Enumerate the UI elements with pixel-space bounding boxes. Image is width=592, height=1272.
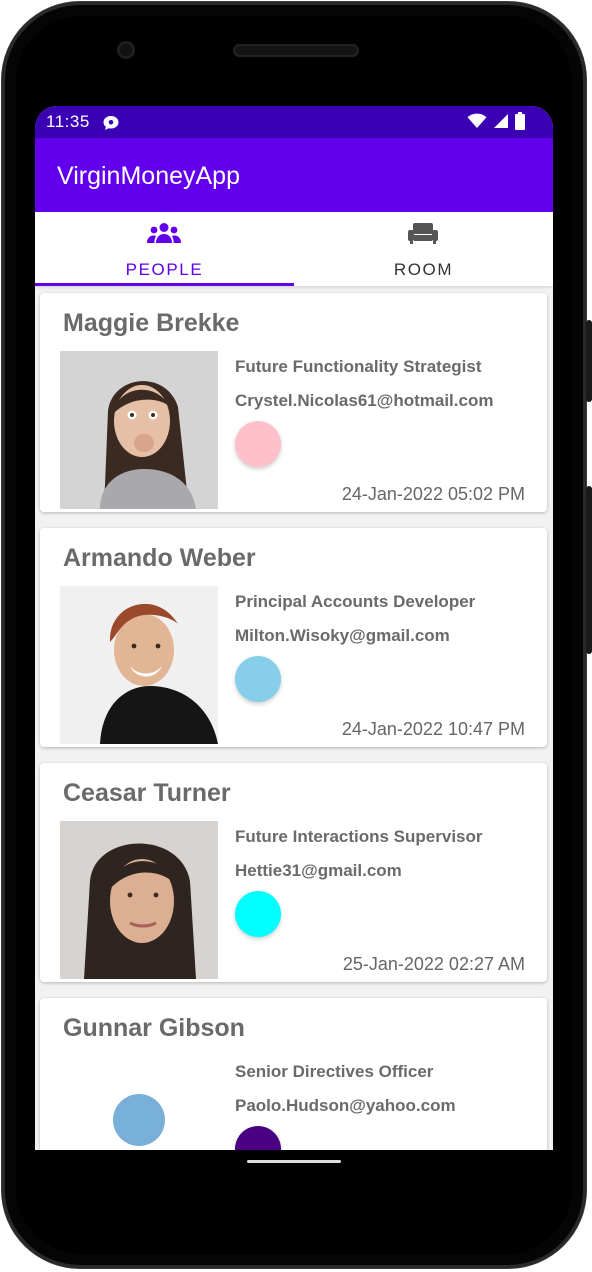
volume-button <box>586 486 592 654</box>
wifi-icon <box>467 113 487 134</box>
person-name: Ceasar Turner <box>63 779 231 807</box>
list-item[interactable]: Ceasar Turner Future Interactions Superv… <box>40 763 547 982</box>
favorite-color-dot <box>235 891 281 937</box>
app-bar: VirginMoneyApp <box>35 138 553 212</box>
tab-indicator <box>35 283 294 286</box>
person-name: Maggie Brekke <box>63 309 240 337</box>
notification-icon <box>102 115 120 136</box>
favorite-color-dot <box>235 656 281 702</box>
person-name: Armando Weber <box>63 544 256 572</box>
device-screen: 11:35 VirginMoneyApp PEOPLE ROOM Maggie … <box>35 106 553 1150</box>
list-item[interactable]: Gunnar Gibson Senior Directives Officer … <box>40 998 547 1150</box>
app-title: VirginMoneyApp <box>57 162 240 190</box>
person-job-title: Future Functionality Strategist <box>235 357 482 376</box>
person-created-date: 24-Jan-2022 10:47 PM <box>341 719 525 739</box>
tab-room[interactable]: ROOM <box>294 212 553 286</box>
person-email: Hettie31@gmail.com <box>235 861 402 880</box>
home-gesture-bar[interactable] <box>247 1160 341 1163</box>
tab-room-label: ROOM <box>393 260 454 279</box>
tab-people-label: PEOPLE <box>125 260 204 279</box>
person-created-date: 24-Jan-2022 05:02 PM <box>341 484 525 504</box>
person-job-title: Principal Accounts Developer <box>235 592 476 611</box>
tab-people[interactable]: PEOPLE <box>35 212 294 286</box>
person-avatar-placeholder <box>60 1056 218 1150</box>
front-camera <box>117 41 135 59</box>
favorite-color-dot <box>235 1126 281 1150</box>
person-job-title: Senior Directives Officer <box>235 1062 434 1081</box>
list-item[interactable]: Maggie Brekke Future Functionality Strat… <box>40 293 547 512</box>
people-icon <box>147 222 181 244</box>
person-email: Crystel.Nicolas61@hotmail.com <box>235 391 494 410</box>
person-photo <box>60 586 218 744</box>
status-bar: 11:35 <box>35 106 553 138</box>
battery-icon <box>515 112 525 135</box>
power-button <box>586 320 592 402</box>
person-job-title: Future Interactions Supervisor <box>235 827 483 846</box>
person-email: Milton.Wisoky@gmail.com <box>235 626 450 645</box>
person-photo <box>60 821 218 979</box>
person-created-date: 25-Jan-2022 02:27 AM <box>342 954 525 974</box>
person-photo <box>60 351 218 509</box>
cell-signal-icon <box>493 113 509 134</box>
tab-bar: PEOPLE ROOM <box>35 212 553 286</box>
status-time: 11:35 <box>46 112 90 131</box>
sofa-icon <box>406 222 440 244</box>
person-name: Gunnar Gibson <box>63 1014 245 1042</box>
favorite-color-dot <box>235 421 281 467</box>
list-item[interactable]: Armando Weber Principal Accounts Develop… <box>40 528 547 747</box>
person-email: Paolo.Hudson@yahoo.com <box>235 1096 456 1115</box>
earpiece-speaker <box>233 44 359 57</box>
